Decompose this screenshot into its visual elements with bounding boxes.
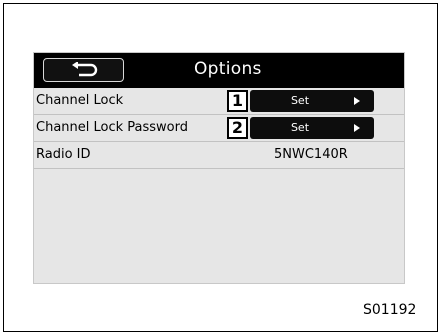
channel-lock-password-label: Channel Lock Password [36, 120, 189, 135]
header-bar: Options [34, 53, 404, 88]
radio-id-label: Radio ID [36, 147, 91, 162]
row-channel-lock-password: Channel Lock Password 2 Set [34, 115, 404, 142]
callout-number-2: 2 [227, 117, 248, 139]
triangle-right-icon [354, 124, 360, 132]
channel-lock-password-set-button[interactable]: Set [250, 117, 374, 139]
figure-code: S01192 [363, 302, 417, 318]
callout-number-1: 1 [227, 90, 248, 112]
radio-id-value: 5NWC140R [274, 147, 348, 162]
row-radio-id: Radio ID 5NWC140R [34, 142, 404, 169]
set-button-label: Set [290, 94, 310, 107]
triangle-right-icon [354, 97, 360, 105]
set-button-label: Set [290, 121, 310, 134]
back-button[interactable] [43, 58, 124, 82]
row-channel-lock: Channel Lock 1 Set [34, 88, 404, 115]
options-screen: Options Channel Lock 1 Set Channel Lock … [33, 52, 405, 284]
page-title: Options [194, 59, 262, 79]
channel-lock-set-button[interactable]: Set [250, 90, 374, 112]
channel-lock-label: Channel Lock [36, 93, 124, 108]
u-turn-back-icon [71, 62, 97, 77]
